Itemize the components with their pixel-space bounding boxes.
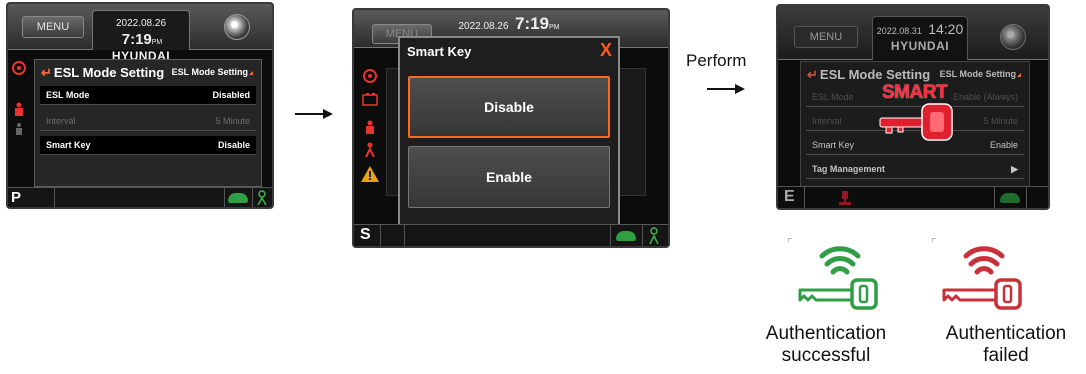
brand-label: HYUNDAI — [890, 39, 950, 53]
jog-dial-icon[interactable] — [1000, 24, 1026, 50]
wireless-key-failed-icon — [942, 246, 1022, 310]
date-time-display: 2022.08.26 7:19PM HYUNDAI — [92, 10, 190, 63]
menu-button[interactable]: MENU — [794, 26, 858, 48]
auth-success-line2: successful — [781, 345, 871, 366]
smart-overlay-text: SMART — [882, 82, 948, 103]
smart-key-dialog: Smart Key X Disable Enable — [398, 36, 620, 226]
row-tag-management[interactable]: Tag Management ▶ — [806, 160, 1024, 179]
status-divider — [224, 188, 225, 207]
dialog-title: Smart Key — [407, 44, 472, 59]
ampm-text: PM — [151, 39, 163, 46]
flow-arrow-1 — [295, 109, 333, 119]
status-divider — [252, 188, 253, 207]
back-arrow-icon[interactable]: ↵ — [807, 67, 818, 82]
row-esl-mode[interactable]: ESL Mode Disabled — [40, 86, 256, 105]
status-divider — [804, 187, 805, 208]
status-divider — [994, 187, 995, 208]
smart-key-icon — [879, 103, 953, 141]
seat-belt-icon — [366, 120, 374, 134]
display-screen-3: MENU 2022.08.31 14:20 HYUNDAI ↵ ESL Mode … — [776, 4, 1050, 210]
turtle-icon — [228, 193, 248, 203]
seatbelt-status-icon — [257, 190, 267, 206]
gear-indicator: S — [360, 226, 371, 243]
close-icon[interactable]: X — [600, 40, 612, 61]
time-text: 7:19 — [514, 14, 550, 33]
date-time-display: 2022.08.31 14:20 HYUNDAI — [872, 16, 968, 60]
date-text: 2022.08.31 — [876, 26, 922, 36]
panel-subtitle: ESL Mode Setting — [172, 67, 253, 77]
display-screen-2: MENU 2022.08.26 7:19PM Smart Key X Disab… — [352, 8, 670, 248]
engine-warning-icon — [363, 69, 377, 83]
status-divider — [54, 188, 55, 207]
disable-button[interactable]: Disable — [408, 76, 610, 138]
warning-triangle-icon — [361, 166, 379, 182]
key-status-icon — [839, 191, 851, 205]
perform-label: Perform — [686, 51, 747, 70]
row-interval[interactable]: Interval 5 Minute — [40, 112, 256, 131]
turtle-icon — [616, 231, 636, 241]
ampm-text: PM — [549, 24, 560, 31]
bottom-status-bar: E — [778, 186, 1048, 208]
frame-corner-mark — [788, 238, 792, 242]
jog-dial-icon[interactable] — [224, 14, 250, 40]
gear-indicator: P — [11, 189, 22, 206]
auth-failed-line2: failed — [983, 345, 1029, 366]
top-bar: MENU 2022.08.31 14:20 HYUNDAI — [778, 6, 1048, 60]
enable-button[interactable]: Enable — [408, 146, 610, 208]
seatbelt-status-icon — [649, 227, 659, 245]
engine-warning-icon — [12, 61, 26, 75]
status-divider — [1026, 187, 1027, 208]
display-screen-1: MENU 2022.08.26 7:19PM HYUNDAI ↵ ESL Mode… — [6, 2, 274, 209]
panel-subtitle: ESL Mode Setting — [940, 69, 1021, 79]
auth-failed-line1: Authentication — [945, 323, 1067, 344]
status-divider — [642, 225, 643, 246]
auth-success-line1: Authentication — [765, 323, 887, 344]
battery-icon — [362, 93, 378, 106]
date-text: 2022.08.26 — [458, 21, 509, 32]
time-text: 7:19 — [121, 31, 152, 48]
bottom-status-bar: P — [8, 187, 272, 207]
frame-corner-mark — [932, 238, 936, 242]
person-icon — [16, 123, 22, 135]
row-smart-key[interactable]: Smart Key Disable — [40, 136, 256, 155]
turtle-icon — [1000, 193, 1020, 203]
auth-failed-caption: Authentication failed — [932, 323, 1080, 367]
top-bar: MENU 2022.08.26 7:19PM HYUNDAI — [8, 4, 272, 63]
panel-title: ↵ ESL Mode Setting — [41, 65, 165, 80]
esl-settings-panel: ↵ ESL Mode Setting ESL Mode Setting ESL M… — [34, 59, 262, 187]
status-divider — [404, 225, 405, 246]
status-divider — [380, 225, 381, 246]
gear-indicator: E — [784, 188, 795, 205]
auth-success-caption: Authentication successful — [752, 323, 900, 367]
bottom-status-bar: S — [354, 224, 668, 246]
panel-title: ↵ ESL Mode Setting — [807, 67, 931, 82]
wireless-key-success-icon — [798, 246, 878, 310]
back-arrow-icon[interactable]: ↵ — [41, 65, 52, 80]
person-icon — [365, 142, 375, 158]
flow-arrow-2 — [707, 84, 745, 94]
time-text: 14:20 — [928, 21, 964, 37]
date-text: 2022.08.26 — [115, 18, 167, 29]
seat-belt-icon — [15, 102, 23, 116]
menu-button[interactable]: MENU — [22, 16, 84, 38]
status-divider — [610, 225, 611, 246]
